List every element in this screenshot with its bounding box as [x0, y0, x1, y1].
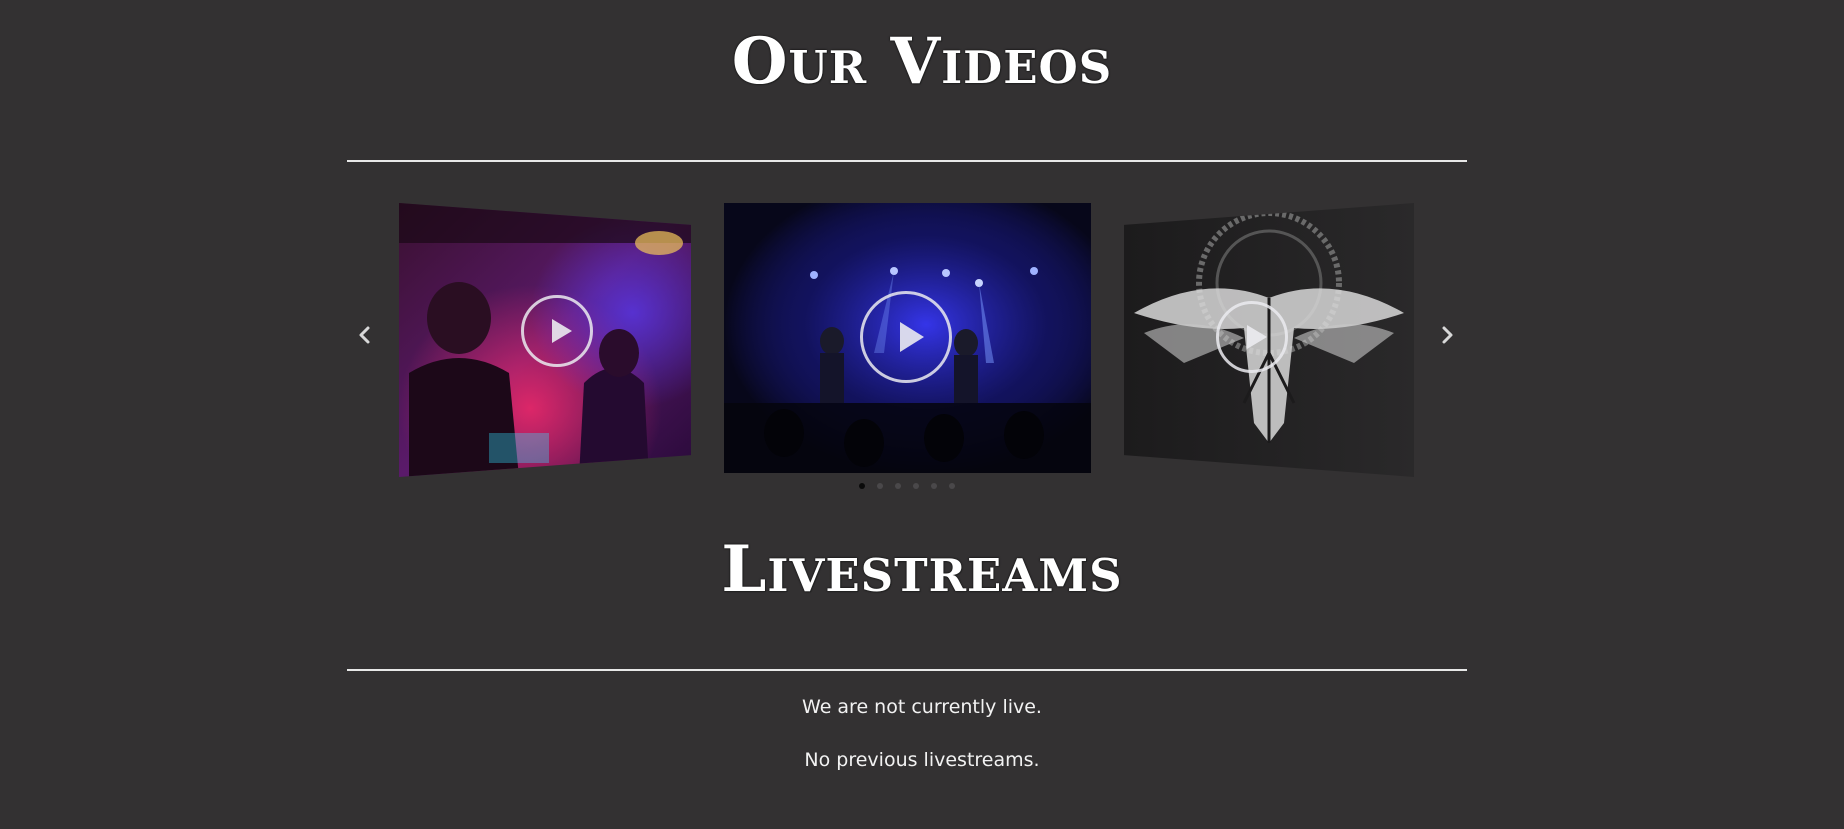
- video-slide-center[interactable]: [724, 203, 1091, 473]
- carousel-dot-5[interactable]: [931, 483, 937, 489]
- video-slide-left[interactable]: [399, 203, 691, 477]
- livestreams-divider: [347, 669, 1467, 671]
- carousel-dot-1[interactable]: [859, 483, 865, 489]
- carousel-prev-button[interactable]: [353, 323, 377, 347]
- video-carousel: [347, 195, 1467, 495]
- carousel-dot-4[interactable]: [913, 483, 919, 489]
- play-button-left[interactable]: [521, 295, 593, 367]
- carousel-next-button[interactable]: [1435, 323, 1459, 347]
- carousel-dot-3[interactable]: [895, 483, 901, 489]
- carousel-dot-2[interactable]: [877, 483, 883, 489]
- play-button-right[interactable]: [1216, 301, 1288, 373]
- play-button-center[interactable]: [860, 291, 952, 383]
- carousel-pagination: [347, 483, 1467, 489]
- videos-heading: Our Videos: [731, 24, 1113, 99]
- previous-livestreams-text: No previous livestreams.: [804, 749, 1040, 771]
- page: Our Videos Livestreams We are not curren…: [0, 0, 1844, 829]
- chevron-left-icon: [359, 326, 370, 344]
- carousel-dot-6[interactable]: [949, 483, 955, 489]
- livestreams-heading: Livestreams: [721, 532, 1123, 607]
- video-slide-right[interactable]: [1124, 203, 1414, 477]
- live-status-text: We are not currently live.: [802, 696, 1042, 718]
- videos-divider: [347, 160, 1467, 162]
- chevron-right-icon: [1442, 326, 1453, 344]
